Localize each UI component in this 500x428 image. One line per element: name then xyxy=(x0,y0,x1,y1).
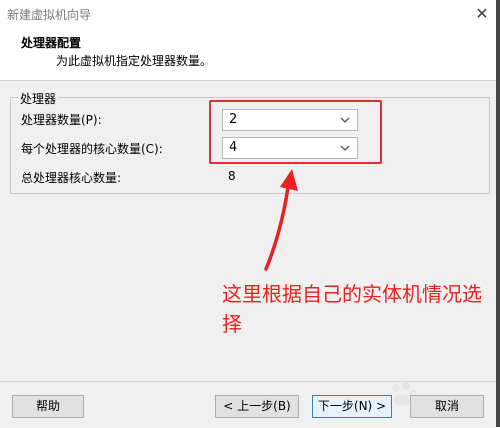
back-button[interactable]: < 上一步(B) xyxy=(215,395,299,418)
title-bar: 新建虚拟机向导 ✕ xyxy=(0,0,500,30)
page-header: 处理器配置 为此虚拟机指定处理器数量。 xyxy=(0,30,500,81)
annotation-text: 这里根据自己的实体机情况选择 xyxy=(222,282,482,336)
cores-label: 每个处理器的核心数量(C): xyxy=(21,142,163,156)
annotation-highlight-selects xyxy=(209,100,382,164)
cancel-button[interactable]: 取消 xyxy=(410,395,484,418)
next-button[interactable]: 下一步(N) > xyxy=(312,395,392,418)
annotation-arrow-icon xyxy=(264,169,298,271)
total-cores-label: 总处理器核心数量: xyxy=(21,171,122,185)
help-button[interactable]: 帮助 xyxy=(12,395,84,418)
processors-label: 处理器数量(P): xyxy=(21,113,102,127)
page-title: 处理器配置 xyxy=(21,36,82,50)
processor-group-label: 处理器 xyxy=(18,90,59,107)
window-title: 新建虚拟机向导 xyxy=(7,8,92,22)
total-cores-value: 8 xyxy=(228,169,236,183)
close-icon[interactable]: ✕ xyxy=(472,4,492,24)
page-subtitle: 为此虚拟机指定处理器数量。 xyxy=(56,54,213,68)
window-edge xyxy=(496,0,500,427)
